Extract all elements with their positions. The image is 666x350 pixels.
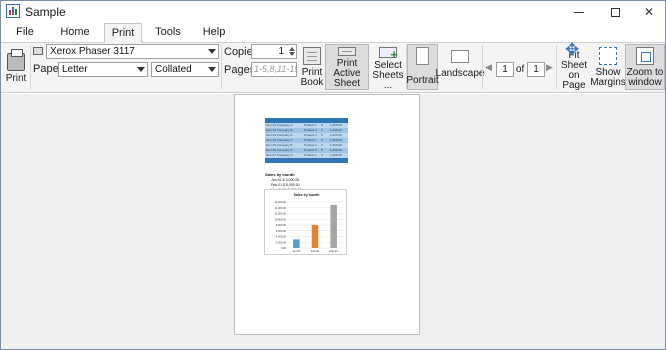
maximize-button[interactable]	[597, 1, 633, 23]
select-sheets-label: Select Sheets ...	[372, 60, 404, 91]
x-tick-label: Feb-01	[311, 249, 320, 253]
divider	[30, 45, 31, 89]
chart-bar	[311, 225, 319, 248]
landscape-icon	[451, 50, 469, 63]
tab-home[interactable]: Home	[51, 23, 99, 43]
divider	[221, 45, 222, 89]
summary-line: Feb-01 $ 8,000.00	[271, 183, 300, 187]
table-cell: 1,225.00	[330, 153, 342, 157]
pages-input[interactable]: 1-5,8,11-15	[251, 62, 297, 77]
x-tick-label: Mar-01	[330, 249, 339, 253]
close-icon: ✕	[643, 5, 655, 19]
copies-value: 1	[278, 46, 284, 57]
chevron-down-icon	[137, 67, 145, 72]
y-tick-label: 2,000.00	[276, 240, 287, 244]
chevron-down-icon	[208, 49, 216, 54]
select-sheets-icon	[379, 47, 398, 60]
y-tick-label: 10,000.00	[274, 217, 286, 221]
y-tick-label: 12,000.00	[274, 212, 286, 216]
select-sheets-button[interactable]: Select Sheets ...	[371, 45, 405, 91]
show-margins-label: Show Margins	[590, 67, 626, 88]
table-row: Item 07 Company C Product 1 4 1,225.00	[265, 153, 348, 158]
y-tick-label: 0.00	[281, 246, 287, 250]
minimize-icon	[574, 11, 584, 13]
preview-page: Item 01 Company A Product 1 8 1,250.00 Item …	[234, 94, 420, 335]
margins-icon	[599, 47, 617, 65]
landscape-button[interactable]: Landscape	[436, 45, 484, 91]
tab-print[interactable]: Print	[104, 23, 142, 44]
paper-select[interactable]: Letter	[58, 62, 148, 77]
app-window: Sample ✕ File Home Print Tools Help Prin…	[0, 0, 666, 350]
printer-select-value: Xerox Phaser 3117	[50, 46, 135, 57]
app-chart-icon	[6, 4, 20, 18]
tab-help[interactable]: Help	[193, 23, 235, 43]
total-pages-box: 1	[527, 62, 545, 77]
table-cell: 4	[321, 153, 323, 157]
x-tick-label: Jan-01	[292, 249, 300, 253]
spin-up-icon[interactable]	[289, 47, 295, 51]
collation-select[interactable]: Collated	[151, 62, 219, 77]
print-active-sheet-label: Print Active Sheet	[333, 58, 361, 89]
next-page-arrow-icon[interactable]: ▶	[546, 62, 553, 73]
print-book-label: Print Book	[300, 67, 324, 88]
zoom-to-window-button[interactable]: Zoom to window	[625, 44, 665, 90]
portrait-icon	[416, 47, 429, 65]
fit-page-icon	[565, 45, 583, 55]
active-sheet-icon	[338, 47, 356, 56]
y-tick-label: 16,000.00	[274, 200, 286, 204]
y-tick-label: 4,000.00	[276, 235, 287, 239]
tab-file[interactable]: File	[1, 23, 49, 43]
y-tick-label: 8,000.00	[276, 223, 287, 227]
chevron-down-icon	[208, 67, 216, 72]
chart-bar	[293, 239, 300, 248]
preview-chart: Sales by month 16,000.00 14,000.00 12,000.0…	[264, 189, 347, 255]
print-active-sheet-button[interactable]: Print Active Sheet	[325, 44, 369, 90]
summary-line: Jan-01 $ 3,000.00	[271, 178, 300, 182]
table-cell: Item 07 Company C	[266, 153, 293, 157]
chart-title: Sales by month	[294, 193, 320, 197]
printer-select[interactable]: Xerox Phaser 3117	[46, 44, 219, 59]
printer-icon	[7, 49, 25, 71]
tab-tools[interactable]: Tools	[147, 23, 189, 43]
prev-page-arrow-icon[interactable]: ◀	[485, 62, 492, 73]
print-preview-area[interactable]: Item 01 Company A Product 1 8 1,250.00 Item …	[1, 94, 665, 349]
window-title: Sample	[25, 5, 66, 19]
print-label: Print	[5, 73, 27, 84]
table-cell: Product 1	[304, 153, 317, 157]
landscape-label: Landscape	[435, 68, 485, 79]
chart-svg: Sales by month 16,000.00 14,000.00 12,000.0…	[274, 193, 343, 253]
zoom-to-window-label: Zoom to window	[626, 67, 664, 88]
close-button[interactable]: ✕	[631, 1, 666, 23]
collation-select-value: Collated	[155, 64, 192, 75]
chart-bar	[330, 204, 337, 248]
print-button[interactable]: Print	[3, 45, 29, 91]
y-tick-label: 6,000.00	[276, 229, 287, 233]
maximize-icon	[610, 7, 620, 17]
title-bar: Sample ✕	[1, 1, 665, 23]
divider	[482, 45, 483, 89]
print-book-icon	[303, 47, 321, 65]
copies-stepper[interactable]: 1	[251, 44, 297, 59]
minimize-button[interactable]	[561, 1, 597, 23]
zoom-icon	[636, 47, 654, 65]
table-footer-row	[265, 158, 348, 163]
printer-small-icon	[33, 47, 43, 55]
preview-table: Item 01 Company A Product 1 8 1,250.00 Item …	[265, 118, 348, 163]
page-of-label: of	[516, 64, 525, 75]
print-book-button[interactable]: Print Book	[300, 45, 324, 91]
show-margins-button[interactable]: Show Margins	[590, 45, 626, 91]
spin-down-icon[interactable]	[289, 52, 295, 56]
paper-select-value: Letter	[62, 64, 88, 75]
y-tick-label: 14,000.00	[274, 206, 286, 210]
fit-sheet-button[interactable]: Fit Sheet on Page	[557, 45, 591, 91]
portrait-label: Portrait	[406, 75, 439, 86]
summary-title: Sales by month	[265, 172, 295, 177]
portrait-button[interactable]: Portrait	[406, 44, 439, 90]
current-page-input[interactable]: 1	[496, 62, 514, 77]
